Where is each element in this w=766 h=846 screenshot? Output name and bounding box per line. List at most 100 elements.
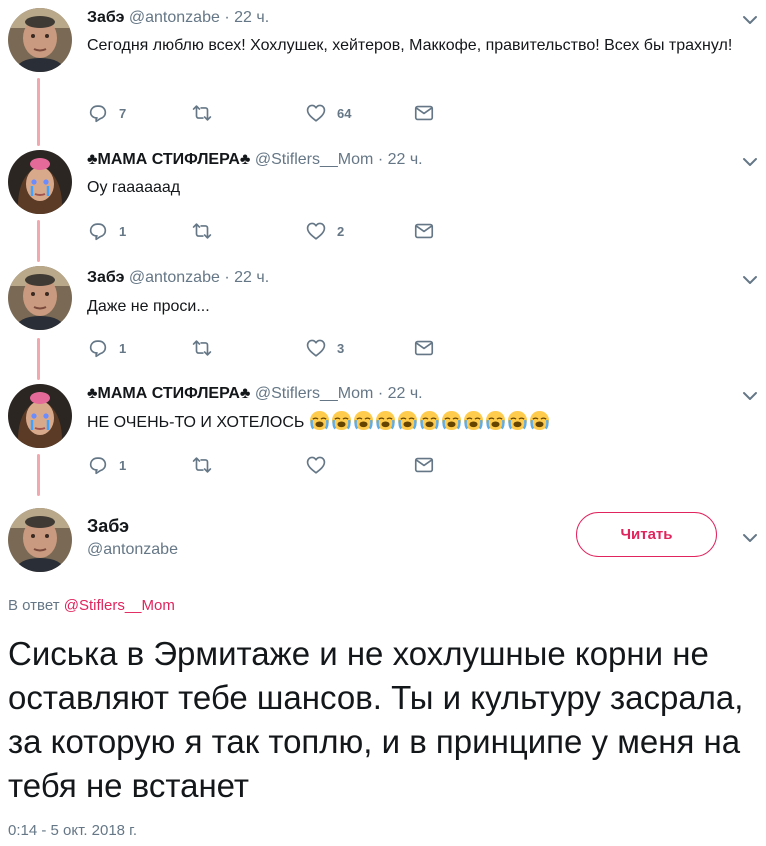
dm-button[interactable] — [413, 101, 435, 125]
loudly-crying-face-icon — [309, 410, 330, 431]
like-button[interactable]: 64 — [305, 101, 351, 125]
dm-button[interactable] — [413, 453, 435, 477]
reply-button[interactable]: 1 — [87, 336, 126, 360]
retweet-icon — [191, 102, 213, 124]
chevron-down-icon[interactable] — [740, 270, 760, 290]
club-symbol: ♣ — [239, 151, 251, 168]
reply-count: 1 — [119, 223, 127, 239]
avatar[interactable] — [8, 150, 72, 214]
author-handle[interactable]: @Stiflers__Mom — [255, 385, 374, 402]
loudly-crying-face-icon — [375, 410, 396, 431]
envelope-icon — [413, 220, 435, 242]
author-name[interactable]: Забэ — [87, 9, 124, 26]
thread-tweet[interactable]: ♣МАМА СТИФЛЕРА♣ @Stiflers__Mom · 22 ч. О… — [0, 144, 766, 256]
avatar[interactable] — [8, 266, 72, 330]
tweet-text: Сегодня люблю всех! Хохлушек, хейтеров, … — [87, 37, 733, 54]
loudly-crying-face-icon — [485, 410, 506, 431]
club-symbol: ♣ — [87, 385, 98, 402]
author-name[interactable]: Забэ — [87, 516, 129, 537]
chevron-down-icon[interactable] — [740, 10, 760, 30]
like-button[interactable]: 3 — [305, 336, 344, 360]
author-handle[interactable]: @antonzabe — [129, 9, 220, 26]
reply-count: 1 — [119, 457, 127, 473]
tweet-actions: 1 2 — [87, 219, 447, 243]
tweet-time[interactable]: 22 ч. — [234, 9, 269, 26]
chevron-down-icon[interactable] — [740, 152, 760, 172]
author-name[interactable]: Забэ — [87, 269, 124, 286]
thread-tweet[interactable]: ♣МАМА СТИФЛЕРА♣ @Stiflers__Mom · 22 ч. Н… — [0, 378, 766, 490]
retweet-icon — [191, 454, 213, 476]
loudly-crying-face-icon — [331, 410, 352, 431]
avatar[interactable] — [8, 8, 72, 72]
main-tweet-text: Сиська в Эрмитаже и не хохлушные корни н… — [8, 635, 744, 804]
reply-icon — [87, 337, 109, 359]
retweet-icon — [191, 220, 213, 242]
reply-icon — [87, 454, 109, 476]
tweet-time[interactable]: 22 ч. — [388, 151, 423, 168]
thread-tweet[interactable]: Забэ @antonzabe · 22 ч. Сегодня люблю вс… — [0, 0, 766, 140]
reply-icon — [87, 102, 109, 124]
heart-icon — [305, 454, 327, 476]
author-handle[interactable]: @antonzabe — [129, 269, 220, 286]
reply-prefix: В ответ — [8, 597, 64, 614]
loudly-crying-face-icon — [529, 410, 550, 431]
like-count: 2 — [337, 223, 345, 239]
loudly-crying-face-icon — [441, 410, 462, 431]
dm-button[interactable] — [413, 219, 435, 243]
chevron-down-icon[interactable] — [740, 386, 760, 406]
like-button[interactable] — [305, 453, 337, 477]
avatar[interactable] — [8, 508, 72, 572]
follow-button[interactable]: Читать — [576, 512, 717, 557]
author-name[interactable]: МАМА СТИФЛЕРА — [98, 385, 240, 402]
retweet-button[interactable] — [191, 336, 223, 360]
like-button[interactable]: 2 — [305, 219, 344, 243]
chevron-down-icon[interactable] — [740, 528, 760, 548]
author-handle[interactable]: @Stiflers__Mom — [255, 151, 374, 168]
reply-count: 1 — [119, 340, 127, 356]
club-symbol: ♣ — [87, 151, 98, 168]
tweet-time[interactable]: 22 ч. — [388, 385, 423, 402]
reply-button[interactable]: 7 — [87, 101, 126, 125]
tweet-text: Оу гаааааад — [87, 179, 181, 196]
separator: · — [377, 151, 384, 168]
reply-button[interactable]: 1 — [87, 453, 126, 477]
heart-icon — [305, 220, 327, 242]
emoji-row — [309, 414, 551, 431]
loudly-crying-face-icon — [353, 410, 374, 431]
retweet-button[interactable] — [191, 453, 223, 477]
tweet-text-container: НЕ ОЧЕНЬ-ТО И ХОТЕЛОСЬ — [87, 410, 752, 435]
heart-icon — [305, 102, 327, 124]
avatar[interactable] — [8, 384, 72, 448]
reply-button[interactable]: 1 — [87, 219, 126, 243]
envelope-icon — [413, 337, 435, 359]
main-tweet-timestamp[interactable]: 0:14 - 5 окт. 2018 г. — [8, 822, 137, 839]
author-handle[interactable]: @antonzabe — [87, 541, 178, 559]
loudly-crying-face-icon — [463, 410, 484, 431]
retweet-icon — [191, 337, 213, 359]
author-name[interactable]: МАМА СТИФЛЕРА — [98, 151, 240, 168]
like-count: 3 — [337, 340, 345, 356]
tweet-actions: 1 — [87, 453, 447, 477]
thread-tweet[interactable]: Забэ @antonzabe · 22 ч. Даже не проси...… — [0, 262, 766, 374]
tweet-actions: 7 64 — [87, 101, 447, 125]
envelope-icon — [413, 102, 435, 124]
separator: · — [377, 385, 384, 402]
loudly-crying-face-icon — [507, 410, 528, 431]
loudly-crying-face-icon — [397, 410, 418, 431]
tweet-text: Даже не проси... — [87, 298, 210, 315]
reply-mention-link[interactable]: @Stiflers__Mom — [64, 597, 175, 614]
dm-button[interactable] — [413, 336, 435, 360]
tweet-text: НЕ ОЧЕНЬ-ТО И ХОТЕЛОСЬ — [87, 414, 305, 431]
tweet-time[interactable]: 22 ч. — [234, 269, 269, 286]
separator: · — [224, 269, 230, 286]
retweet-button[interactable] — [191, 219, 223, 243]
like-count: 64 — [337, 105, 352, 121]
club-symbol: ♣ — [239, 385, 251, 402]
retweet-button[interactable] — [191, 101, 223, 125]
heart-icon — [305, 337, 327, 359]
reply-icon — [87, 220, 109, 242]
reply-context: В ответ @Stiflers__Mom — [8, 597, 175, 614]
loudly-crying-face-icon — [419, 410, 440, 431]
separator: · — [224, 9, 230, 26]
tweet-actions: 1 3 — [87, 336, 447, 360]
